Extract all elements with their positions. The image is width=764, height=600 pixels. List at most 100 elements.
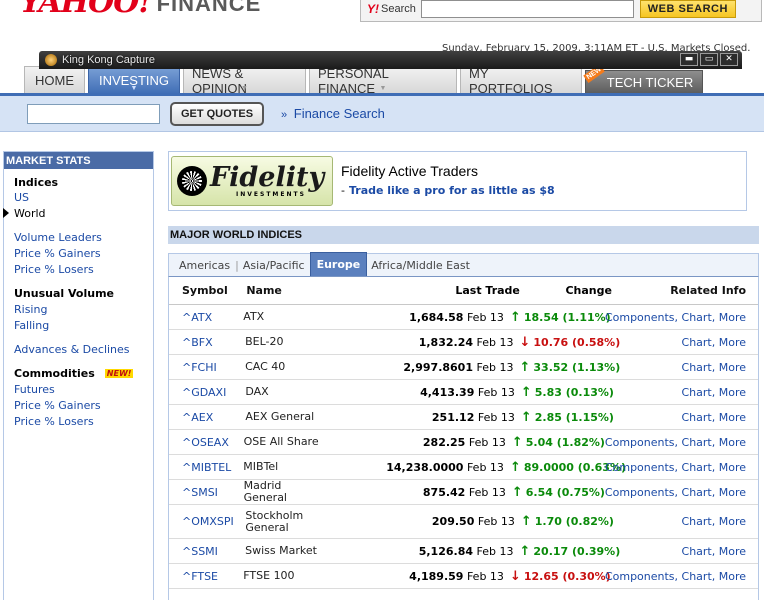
- related-info-links[interactable]: Chart, More: [614, 411, 758, 424]
- change-value: 12.65 (0.30%): [523, 569, 611, 583]
- fidelity-logo[interactable]: Fidelity INVESTMENTS: [171, 156, 333, 206]
- column-related-info: Related Info: [670, 284, 747, 297]
- tab-europe[interactable]: Europe: [309, 252, 368, 276]
- maximize-icon[interactable]: ▭: [700, 53, 718, 66]
- table-row: ^OSEAX OSE All Share 282.25 Feb 13 ↑ 5.04 (1…: [169, 430, 758, 455]
- last-trade-date: Feb 13: [476, 360, 514, 374]
- change-value: 33.52 (1.13%): [533, 360, 621, 374]
- index-symbol-link[interactable]: ^FTSE: [169, 570, 243, 583]
- tab-news-opinion[interactable]: NEWS & OPINION ▼: [183, 66, 306, 96]
- index-name: CAC 40: [245, 360, 286, 373]
- index-symbol-link[interactable]: ^ATX: [169, 311, 243, 324]
- index-symbol-link[interactable]: ^AEX: [169, 411, 245, 424]
- change-cell: ↑ 5.83 (0.13%): [521, 385, 614, 400]
- sidebar-item-price-losers[interactable]: Price % Losers: [14, 261, 153, 277]
- index-symbol-link[interactable]: ^MIBTEL: [169, 461, 243, 474]
- sidebar-item-price-gainers[interactable]: Price % Gainers: [14, 245, 153, 261]
- related-info-links[interactable]: Components, Chart, More: [605, 436, 758, 449]
- related-info-links[interactable]: Components, Chart, More: [605, 311, 758, 324]
- tab-investing[interactable]: INVESTING ▼: [88, 66, 180, 94]
- tab-separator: |: [235, 258, 239, 272]
- last-trade-cell: 2,997.8601 Feb 13: [327, 361, 520, 374]
- sidebar-item-rising[interactable]: Rising: [14, 301, 153, 317]
- sidebar-item-commodity-gainers[interactable]: Price % Gainers: [14, 397, 153, 413]
- capture-window-titlebar[interactable]: King Kong Capture ▬ ▭ ✕: [39, 51, 742, 69]
- sidebar-item-futures[interactable]: Futures: [14, 381, 153, 397]
- sidebar-item-world[interactable]: World: [3, 205, 153, 221]
- related-info-links[interactable]: Chart, More: [614, 336, 758, 349]
- minimize-icon[interactable]: ▬: [680, 53, 698, 66]
- main-nav: HOME INVESTING ▼ NEWS & OPINION ▼ PERSON…: [24, 63, 703, 96]
- arrow-up-icon: ↑: [509, 309, 521, 325]
- yahoo-finance-logo[interactable]: YAHOO! FINANCE: [20, 0, 261, 20]
- sidebar-item-volume-leaders[interactable]: Volume Leaders: [14, 229, 153, 245]
- index-name: FTSE 100: [243, 569, 295, 582]
- index-name: OSE All Share: [243, 435, 319, 448]
- arrow-up-icon: ↑: [511, 434, 523, 450]
- arrow-up-icon: ↑: [519, 543, 531, 559]
- fidelity-pyramid-icon: [177, 166, 207, 196]
- last-trade-cell: 4,189.59 Feb 13: [323, 570, 510, 583]
- get-quotes-button[interactable]: GET QUOTES: [170, 101, 264, 126]
- index-symbol-link[interactable]: ^SMSI: [169, 486, 244, 499]
- related-info-links[interactable]: Components, Chart, More: [605, 461, 758, 474]
- new-tag: NEW!: [104, 368, 134, 378]
- tab-asia-pacific[interactable]: Asia/Pacific: [243, 256, 310, 276]
- close-icon[interactable]: ✕: [720, 53, 738, 66]
- change-cell: ↑ 6.54 (0.75%): [512, 485, 605, 500]
- table-row: ^OMXSPI Stockholm General 209.50 Feb 13 ↑ 1.…: [169, 505, 758, 539]
- change-value: 20.17 (0.39%): [533, 544, 621, 558]
- table-row: ^FCHI CAC 40 2,997.8601 Feb 13 ↑ 33.52 (1.13…: [169, 355, 758, 380]
- last-trade-value: 1,684.58: [409, 310, 464, 324]
- arrow-up-icon: ↑: [519, 359, 531, 375]
- market-stats-sidebar: MARKET STATS Indices US World Volume Lea…: [3, 151, 154, 600]
- chevron-down-icon: ▼: [379, 85, 387, 92]
- change-cell: ↑ 5.04 (1.82%): [512, 435, 605, 450]
- capture-app-icon: [45, 54, 57, 66]
- index-symbol-link[interactable]: ^SSMI: [169, 545, 245, 558]
- related-info-links[interactable]: Chart, More: [614, 386, 758, 399]
- web-search-input[interactable]: [420, 0, 634, 18]
- index-symbol-link[interactable]: ^OMXSPI: [169, 515, 245, 528]
- ad-headline: Fidelity Active Traders: [341, 163, 478, 179]
- tab-africa-middle-east[interactable]: Africa/Middle East: [371, 256, 475, 276]
- last-trade-cell: 251.12 Feb 13: [327, 411, 520, 424]
- index-symbol-link[interactable]: ^GDAXI: [169, 386, 245, 399]
- finance-search-link[interactable]: » Finance Search: [281, 106, 385, 121]
- fidelity-ad[interactable]: Fidelity INVESTMENTS Fidelity Active Tra…: [168, 151, 747, 211]
- tab-home[interactable]: HOME: [24, 66, 85, 94]
- last-trade-value: 4,413.39: [420, 385, 475, 399]
- sidebar-item-us[interactable]: US: [14, 189, 153, 205]
- last-trade-cell: 1,832.24 Feb 13: [327, 336, 520, 349]
- ad-tagline[interactable]: - Trade like a pro for as little as $8: [341, 184, 555, 197]
- sidebar-item-commodity-losers[interactable]: Price % Losers: [14, 413, 153, 429]
- sidebar-item-advances-declines[interactable]: Advances & Declines: [14, 341, 153, 357]
- tab-americas[interactable]: Americas: [179, 256, 235, 276]
- index-symbol-link[interactable]: ^BFX: [169, 336, 245, 349]
- table-row: ^GDAXI DAX 4,413.39 Feb 13 ↑ 5.83 (0.13%) Cha…: [169, 380, 758, 405]
- last-trade-date: Feb 13: [468, 485, 506, 499]
- index-name: ATX: [243, 310, 265, 323]
- last-trade-date: Feb 13: [468, 435, 506, 449]
- last-trade-date: Feb 13: [476, 544, 514, 558]
- web-search-bar: Y! Search WEB SEARCH: [360, 0, 762, 22]
- related-info-links[interactable]: Chart, More: [614, 361, 758, 374]
- web-search-button[interactable]: WEB SEARCH: [639, 0, 736, 18]
- index-name: Stockholm General: [245, 508, 304, 534]
- last-trade-value: 1,832.24: [418, 335, 473, 349]
- index-symbol-link[interactable]: ^FCHI: [169, 361, 245, 374]
- change-value: 2.85 (1.15%): [534, 410, 614, 424]
- sidebar-item-falling[interactable]: Falling: [14, 317, 153, 333]
- index-symbol-link[interactable]: ^OSEAX: [169, 436, 244, 449]
- related-info-links[interactable]: Chart, More: [614, 515, 758, 528]
- arrow-down-icon: ↓: [509, 568, 521, 584]
- tab-my-portfolios[interactable]: MY PORTFOLIOS ▼: [460, 66, 582, 96]
- related-info-links[interactable]: Chart, More: [614, 545, 758, 558]
- quote-symbol-input[interactable]: [27, 103, 160, 124]
- last-trade-cell: 875.42 Feb 13: [324, 486, 512, 499]
- tab-tech-ticker[interactable]: NEW TECH TICKER: [583, 63, 703, 94]
- tab-personal-finance[interactable]: PERSONAL FINANCE ▼: [309, 66, 457, 96]
- related-info-links[interactable]: Components, Chart, More: [605, 486, 758, 499]
- related-info-links[interactable]: Components, Chart, More: [605, 570, 758, 583]
- change-cell: ↑ 20.17 (0.39%): [519, 543, 620, 559]
